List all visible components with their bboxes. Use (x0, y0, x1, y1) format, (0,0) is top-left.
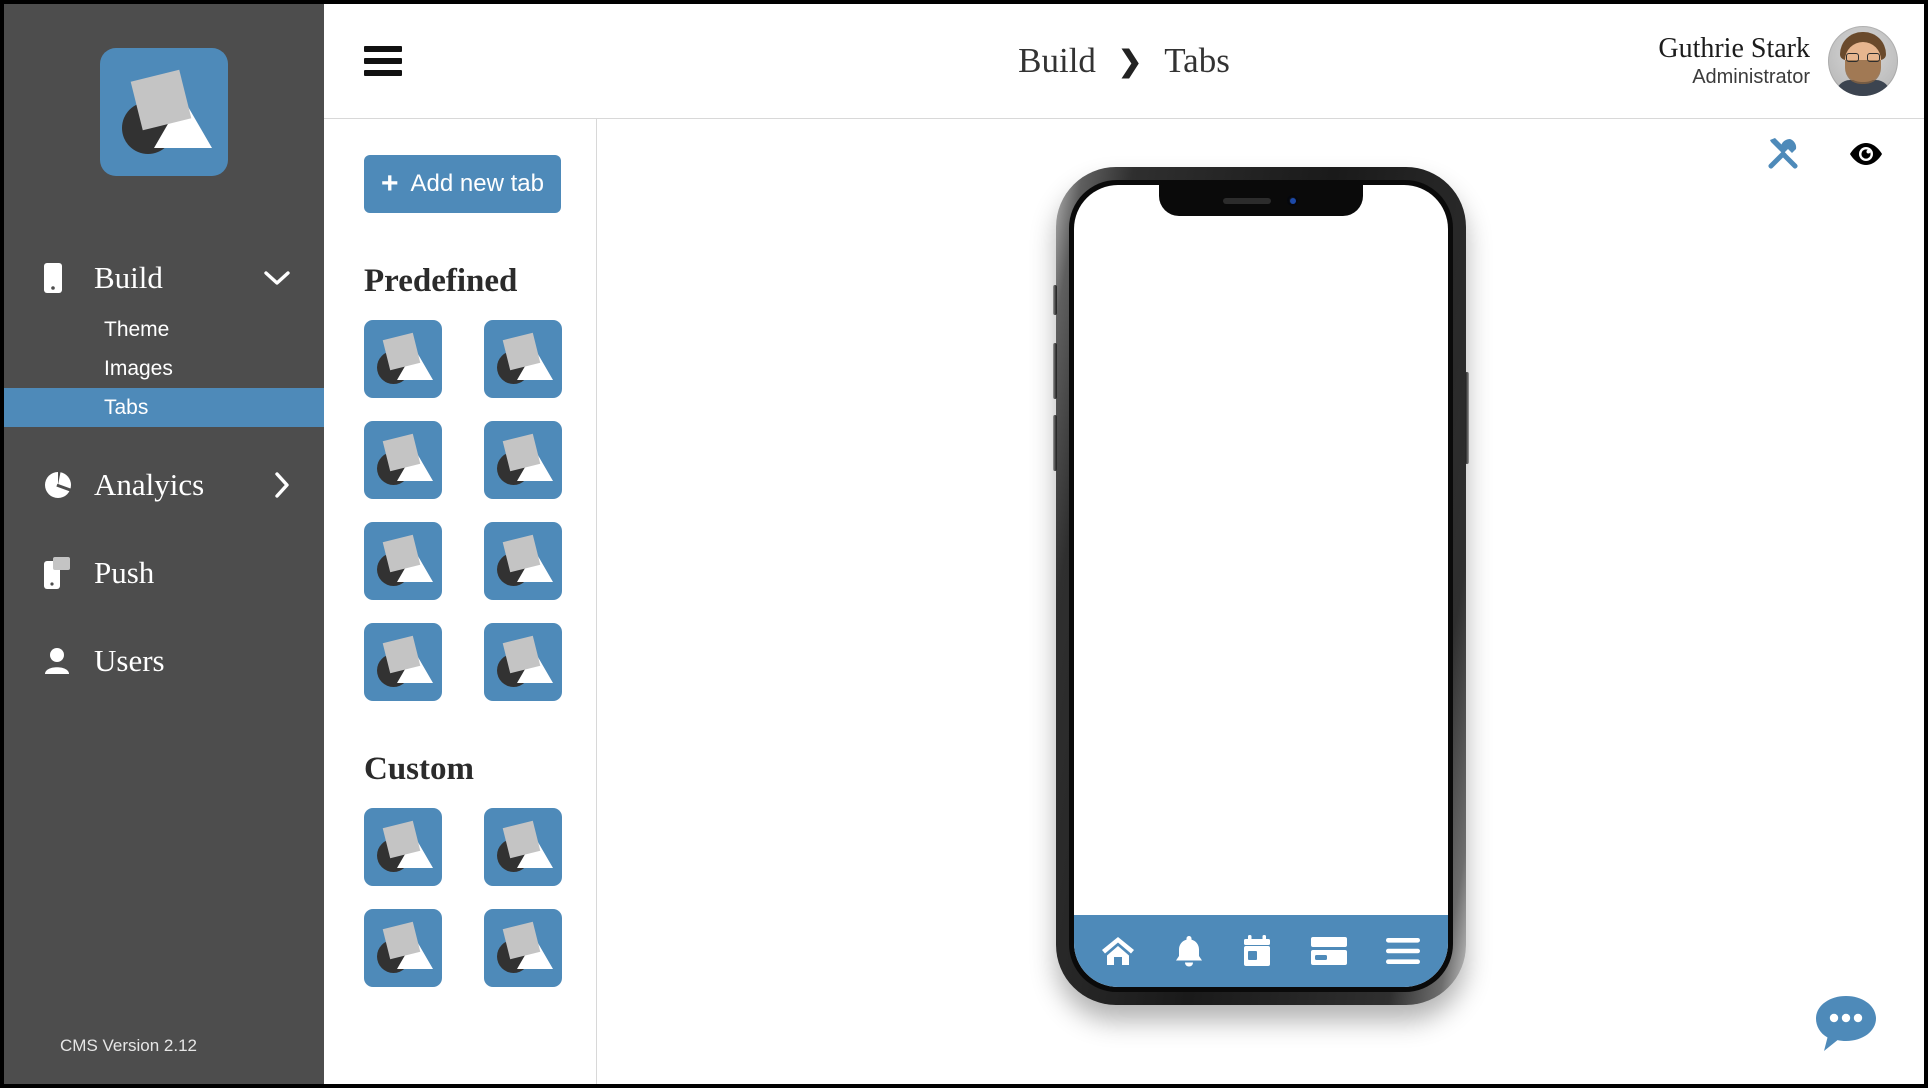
chat-bubble-icon[interactable] (1812, 994, 1880, 1054)
app-preview-canvas (1073, 185, 1448, 987)
sidebar-item-tabs[interactable]: Tabs (4, 388, 324, 427)
tab-icon-item[interactable] (364, 522, 442, 600)
settings-tools-icon[interactable] (1766, 137, 1800, 171)
hamburger-bar (364, 58, 402, 64)
custom-icon-grid (364, 808, 596, 987)
power-button[interactable] (1464, 372, 1469, 464)
add-new-tab-button[interactable]: + Add new tab (364, 155, 561, 213)
menu-icon[interactable] (1386, 938, 1421, 964)
tab-icon-item[interactable] (484, 808, 562, 886)
card-icon[interactable] (1311, 937, 1348, 965)
chevron-down-icon[interactable] (264, 270, 290, 286)
sidebar-item-label: Push (94, 555, 155, 590)
cms-version-label: CMS Version 2.12 (60, 1036, 198, 1055)
tab-icon-item[interactable] (484, 421, 562, 499)
top-header: Build ❯ Tabs Guthrie Stark Administrator (324, 4, 1924, 119)
tab-icon-item[interactable] (484, 522, 562, 600)
avatar-glasses (1846, 53, 1880, 62)
user-icon (44, 647, 78, 675)
phone-mockup-wrapper (1052, 167, 1469, 1005)
predefined-icon-grid (364, 320, 596, 701)
sidebar-subitem-label: Theme (104, 317, 170, 341)
breadcrumb-parent[interactable]: Build (1018, 41, 1096, 81)
section-title-custom: Custom (364, 751, 475, 787)
section-title-predefined: Predefined (364, 263, 518, 299)
tab-list-panel: + Add new tab Predefined Custom (324, 119, 597, 1084)
add-new-tab-label: Add new tab (410, 170, 544, 197)
sidebar-item-theme[interactable]: Theme (4, 310, 324, 349)
plus-icon: + (381, 167, 399, 200)
bell-icon[interactable] (1174, 935, 1204, 967)
tab-icon-item[interactable] (364, 808, 442, 886)
push-notification-icon (44, 557, 78, 589)
phone-screen (1073, 185, 1448, 987)
hamburger-icon[interactable] (364, 46, 402, 76)
tab-icon-item[interactable] (364, 909, 442, 987)
sidebar-item-images[interactable]: Images (4, 349, 324, 388)
avatar[interactable] (1828, 26, 1898, 96)
home-icon[interactable] (1101, 936, 1135, 966)
main-region: Build ❯ Tabs Guthrie Stark Administrator (324, 4, 1924, 1084)
calendar-icon[interactable] (1242, 935, 1272, 967)
app-tabbar (1073, 915, 1448, 987)
phone-bezel (1068, 180, 1453, 992)
breadcrumb-current: Tabs (1164, 41, 1230, 80)
eye-preview-icon[interactable] (1848, 141, 1884, 167)
tab-icon-item[interactable] (364, 421, 442, 499)
tab-icon-item[interactable] (484, 320, 562, 398)
sidebar-subitem-label: Tabs (104, 395, 149, 419)
sidebar-item-push[interactable]: Push (4, 543, 324, 603)
content-body: + Add new tab Predefined Custom (324, 119, 1924, 1084)
volume-down-button[interactable] (1052, 415, 1057, 471)
device-preview-panel (597, 119, 1924, 1084)
sidebar-item-label: Analyics (94, 467, 205, 502)
sidebar-nav: Build Theme Images Tabs Analyics Push Us… (4, 248, 324, 691)
app-logo[interactable] (100, 48, 228, 176)
hamburger-bar (364, 46, 402, 52)
sidebar-subitem-label: Images (104, 356, 173, 380)
phone-notch (1158, 185, 1363, 216)
mobile-icon (44, 263, 78, 293)
sidebar-subnav-build: Theme Images Tabs (4, 310, 324, 427)
user-role: Administrator (1692, 66, 1810, 89)
sidebar-item-users[interactable]: Users (4, 631, 324, 691)
sidebar-item-build[interactable]: Build (4, 248, 324, 308)
user-text: Guthrie Stark Administrator (1658, 33, 1810, 89)
sidebar: Build Theme Images Tabs Analyics Push Us… (4, 4, 324, 1084)
speaker-grille-icon (1223, 197, 1271, 204)
volume-up-button[interactable] (1052, 343, 1057, 399)
user-name: Guthrie Stark (1658, 32, 1810, 64)
tab-icon-item[interactable] (484, 623, 562, 701)
tab-icon-item[interactable] (484, 909, 562, 987)
chevron-right-icon: ❯ (1117, 45, 1143, 78)
pie-chart-icon (44, 471, 78, 499)
chevron-right-icon[interactable] (274, 472, 290, 498)
user-profile[interactable]: Guthrie Stark Administrator (1658, 26, 1898, 96)
silent-switch-button[interactable] (1052, 285, 1057, 315)
preview-toolbar (1766, 137, 1884, 171)
sidebar-item-analytics[interactable]: Analyics (4, 455, 324, 515)
cms-application-window: Build Theme Images Tabs Analyics Push Us… (0, 0, 1928, 1088)
tab-icon-item[interactable] (364, 320, 442, 398)
sidebar-logo-wrap (4, 4, 324, 176)
front-camera-icon (1287, 195, 1298, 206)
sidebar-item-label: Users (94, 643, 165, 678)
iphone-x-mockup (1052, 167, 1469, 1005)
sidebar-item-label: Build (94, 260, 163, 295)
tab-icon-item[interactable] (364, 623, 442, 701)
hamburger-bar (364, 70, 402, 76)
